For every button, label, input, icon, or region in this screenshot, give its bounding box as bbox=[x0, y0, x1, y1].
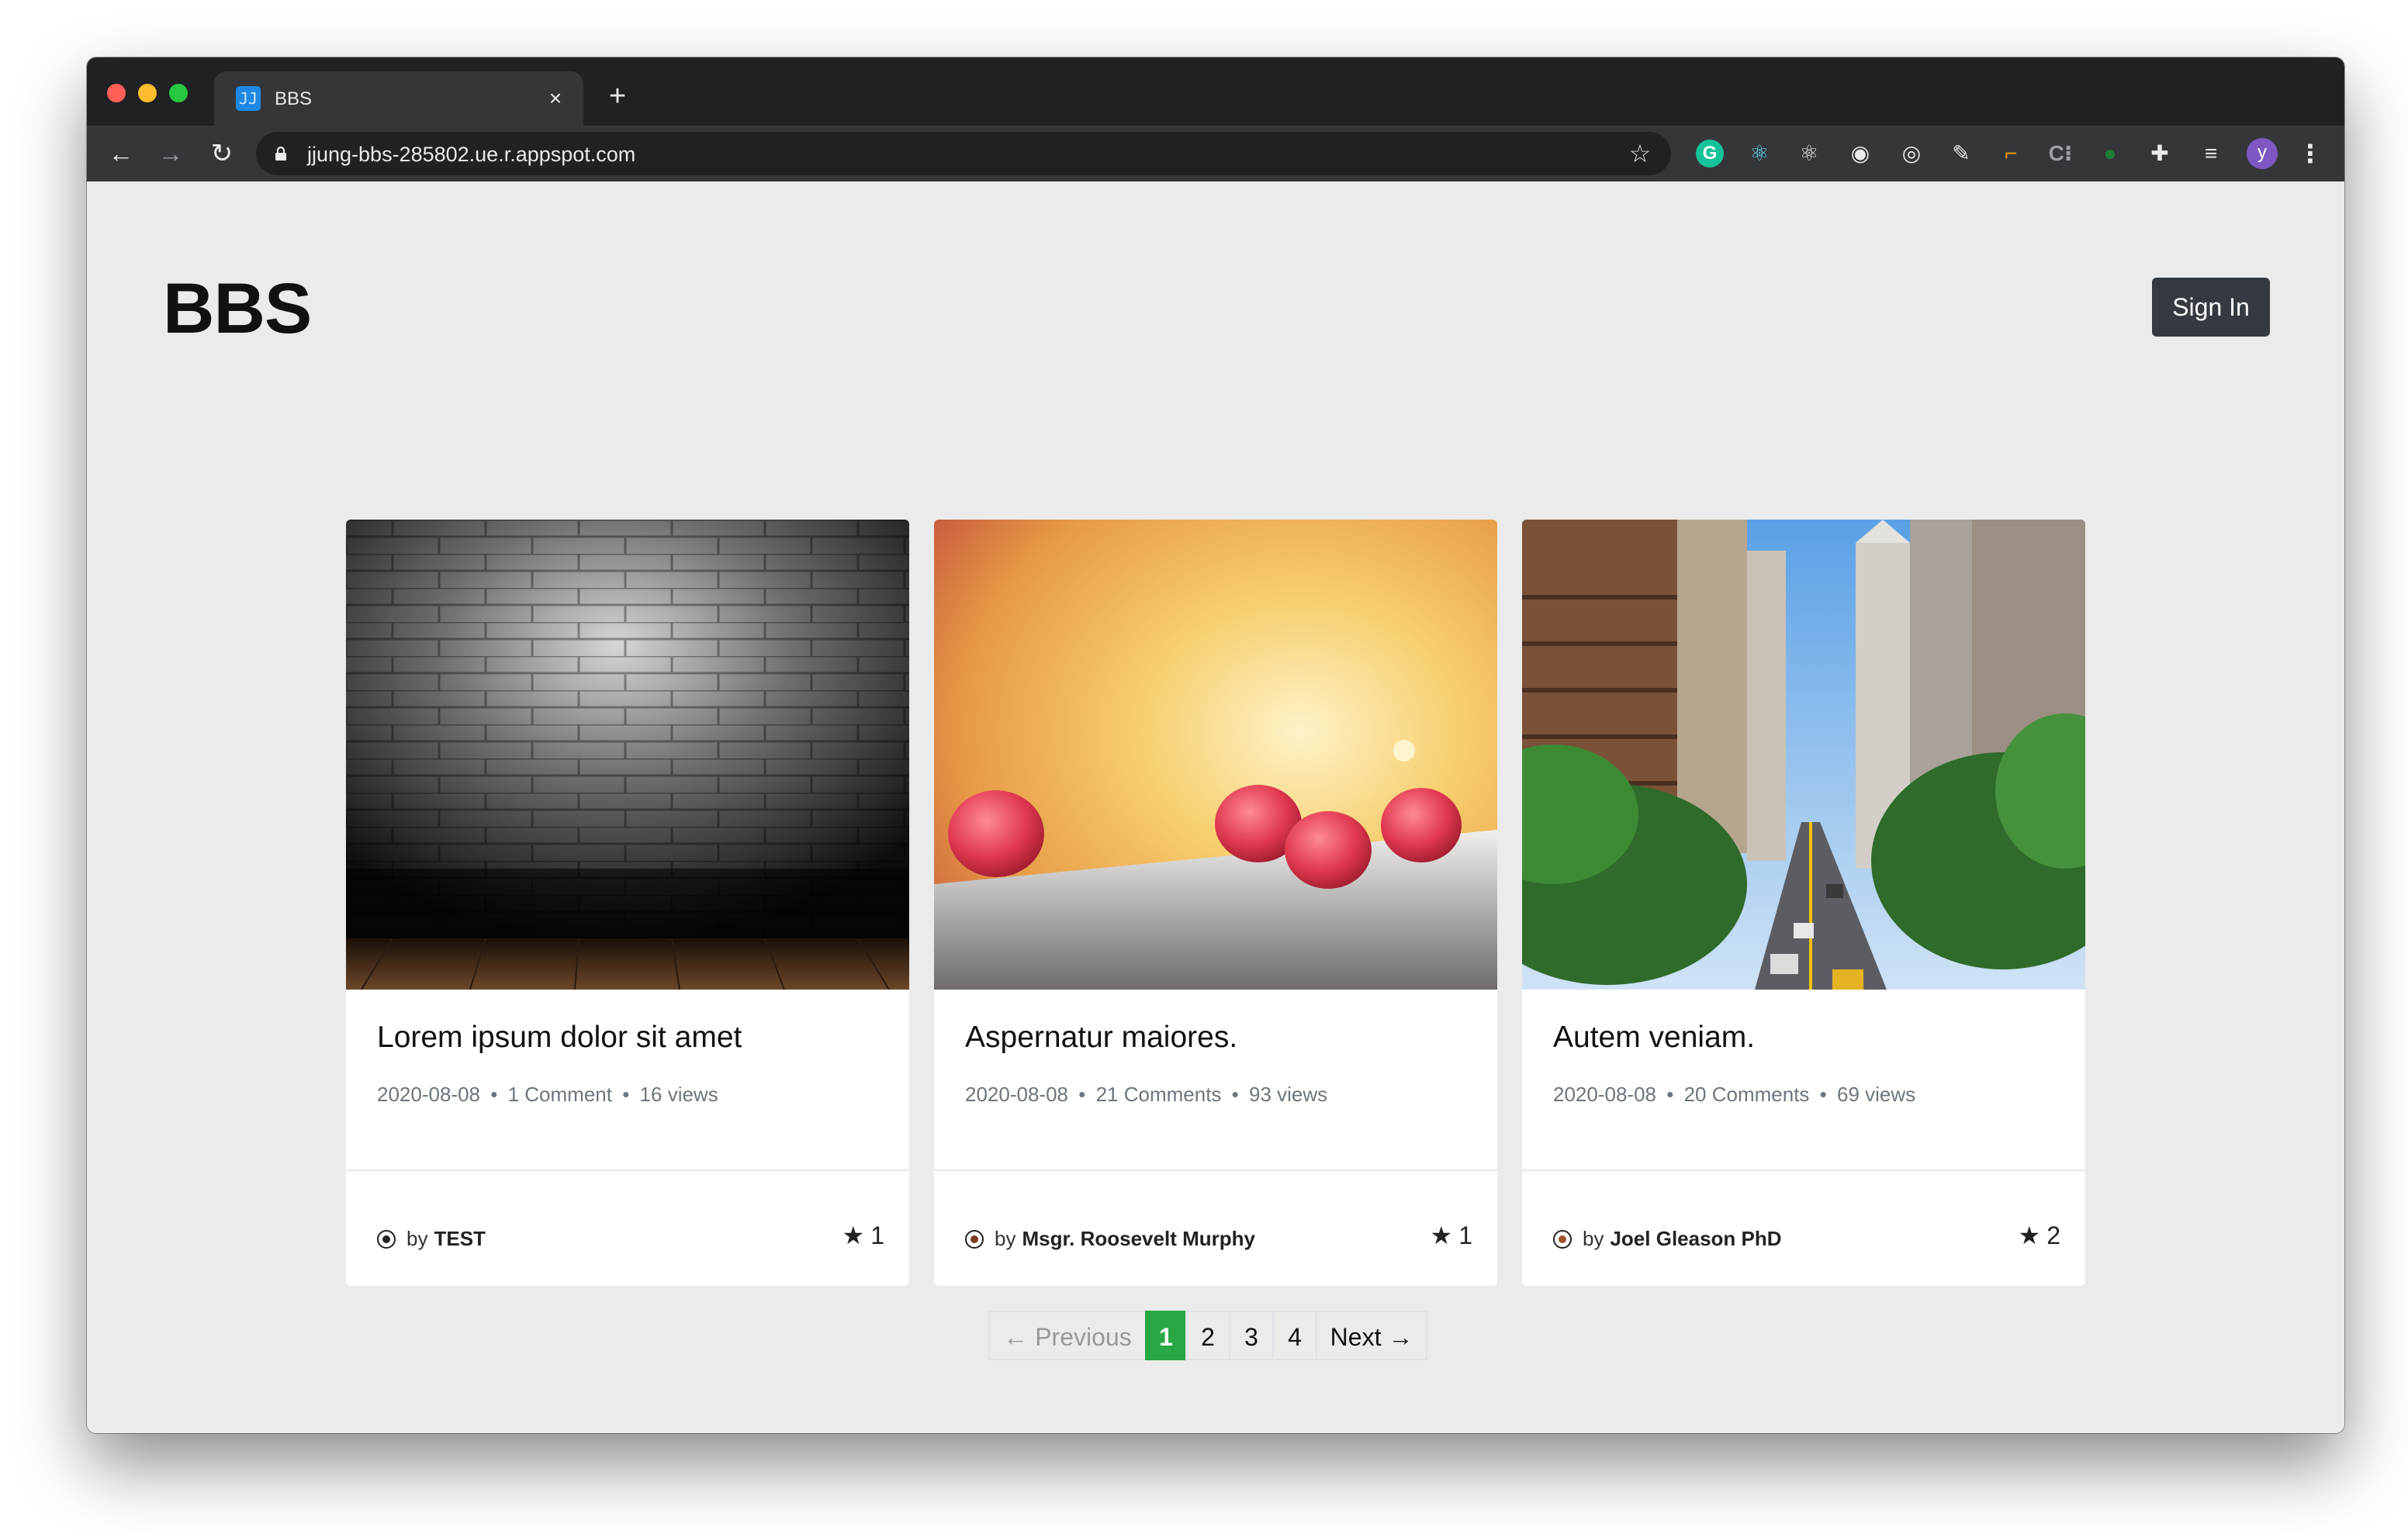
post-meta: 2020-08-08 • 20 Comments • 69 views bbox=[1553, 1083, 1915, 1107]
new-tab-button[interactable]: + bbox=[602, 81, 633, 112]
pagination: ← Previous 1 2 3 4 Next → bbox=[988, 1311, 1427, 1360]
post-title[interactable]: Aspernatur maiores. bbox=[965, 1021, 1237, 1055]
post-thumbnail-city-street[interactable] bbox=[1522, 520, 2085, 990]
rating-value: 2 bbox=[2046, 1221, 2060, 1249]
browser-window: JJ BBS × + ← → ↻ jjung-bbs-285802.ue.r.a… bbox=[87, 57, 2344, 1433]
profile-avatar[interactable]: y bbox=[2247, 138, 2278, 169]
react-icon[interactable]: ⚛ bbox=[1795, 140, 1823, 168]
star-icon: ★ bbox=[1430, 1221, 1453, 1249]
separator: • bbox=[622, 1083, 630, 1106]
close-tab-icon[interactable]: × bbox=[541, 85, 569, 112]
post-card[interactable]: Autem veniam. 2020-08-08 • 20 Comments •… bbox=[1522, 520, 2085, 1286]
post-views: 16 views bbox=[639, 1083, 718, 1106]
target-icon[interactable]: ◎ bbox=[1898, 140, 1925, 168]
page-4-button[interactable]: 4 bbox=[1272, 1311, 1317, 1360]
post-card[interactable]: Lorem ipsum dolor sit amet 2020-08-08 • … bbox=[346, 520, 909, 1286]
author-name: TEST bbox=[434, 1227, 486, 1250]
close-window-button[interactable] bbox=[107, 84, 126, 102]
by-label: by bbox=[407, 1227, 428, 1250]
post-author: by Msgr. Roosevelt Murphy bbox=[965, 1227, 1255, 1251]
address-bar[interactable]: jjung-bbs-285802.ue.r.appspot.com ☆ bbox=[256, 132, 1671, 175]
site-title[interactable]: BBS bbox=[163, 268, 312, 350]
url-text[interactable]: jjung-bbs-285802.ue.r.appspot.com bbox=[307, 143, 635, 167]
maximize-window-button[interactable] bbox=[169, 84, 188, 102]
previous-page-button[interactable]: ← Previous bbox=[988, 1311, 1147, 1360]
by-label: by bbox=[995, 1227, 1016, 1250]
post-author: by TEST bbox=[377, 1227, 486, 1251]
queue-icon[interactable]: ≡ bbox=[2197, 140, 2225, 168]
post-comments: 20 Comments bbox=[1683, 1083, 1810, 1106]
author-avatar bbox=[377, 1229, 396, 1249]
post-date: 2020-08-08 bbox=[377, 1083, 480, 1106]
bracket-icon[interactable]: ⌐ bbox=[1997, 140, 2025, 168]
post-meta: 2020-08-08 • 1 Comment • 16 views bbox=[377, 1083, 718, 1107]
puzzle-icon[interactable]: ✚ bbox=[2146, 140, 2174, 168]
author-name: Joel Gleason PhD bbox=[1610, 1227, 1782, 1250]
reload-icon[interactable]: ↻ bbox=[205, 136, 239, 171]
post-views: 93 views bbox=[1249, 1083, 1328, 1106]
star-icon: ★ bbox=[842, 1221, 865, 1249]
post-title[interactable]: Autem veniam. bbox=[1553, 1021, 1755, 1055]
author-name: Msgr. Roosevelt Murphy bbox=[1022, 1227, 1255, 1250]
separator: • bbox=[1078, 1083, 1086, 1106]
post-views: 69 views bbox=[1837, 1083, 1916, 1106]
page-content: BBS Sign In Lorem ipsum dolor sit amet 2… bbox=[87, 181, 2344, 1433]
favicon-icon: JJ bbox=[236, 86, 261, 111]
author-avatar bbox=[965, 1229, 984, 1249]
minimize-window-button[interactable] bbox=[138, 84, 157, 102]
forward-icon[interactable]: → bbox=[154, 136, 188, 171]
back-icon[interactable]: ← bbox=[104, 136, 138, 171]
separator: • bbox=[1231, 1083, 1239, 1106]
separator: • bbox=[490, 1083, 498, 1106]
tab-strip: JJ BBS × + bbox=[87, 57, 2344, 126]
bookmark-star-icon[interactable]: ☆ bbox=[1624, 138, 1656, 169]
grammarly-icon[interactable]: G bbox=[1696, 140, 1724, 168]
next-page-button[interactable]: Next → bbox=[1316, 1311, 1427, 1360]
separator: • bbox=[1666, 1083, 1674, 1106]
circle-icon[interactable]: ◉ bbox=[1846, 140, 1874, 168]
post-comments: 1 Comment bbox=[507, 1083, 612, 1106]
post-date: 2020-08-08 bbox=[965, 1083, 1068, 1106]
card-divider bbox=[1522, 1170, 2085, 1171]
pen-icon[interactable]: ✎ bbox=[1947, 140, 1975, 168]
post-thumbnail-brick-wall[interactable] bbox=[346, 520, 909, 990]
browser-tab[interactable]: JJ BBS × bbox=[214, 71, 583, 126]
menu-dots-icon[interactable]: ⋮ bbox=[2298, 138, 2323, 169]
post-title[interactable]: Lorem ipsum dolor sit amet bbox=[377, 1021, 742, 1055]
tab-title: BBS bbox=[275, 88, 313, 109]
post-rating: ★ 2 bbox=[2019, 1221, 2060, 1250]
sign-in-button[interactable]: Sign In bbox=[2152, 278, 2270, 337]
by-label: by bbox=[1583, 1227, 1604, 1250]
post-card[interactable]: Aspernatur maiores. 2020-08-08 • 21 Comm… bbox=[934, 520, 1497, 1286]
page-3-button[interactable]: 3 bbox=[1229, 1311, 1274, 1360]
post-thumbnail-raspberries[interactable] bbox=[934, 520, 1497, 990]
page-1-button[interactable]: 1 bbox=[1145, 1311, 1187, 1360]
post-author: by Joel Gleason PhD bbox=[1553, 1227, 1782, 1251]
author-avatar bbox=[1553, 1229, 1572, 1249]
react-devtools-icon[interactable]: ⚛ bbox=[1745, 140, 1773, 168]
card-divider bbox=[934, 1170, 1497, 1171]
star-icon: ★ bbox=[2018, 1221, 2041, 1249]
rating-value: 1 bbox=[1458, 1221, 1472, 1249]
post-rating: ★ 1 bbox=[842, 1221, 884, 1250]
post-comments: 21 Comments bbox=[1095, 1083, 1222, 1106]
post-meta: 2020-08-08 • 21 Comments • 93 views bbox=[965, 1083, 1327, 1107]
separator: • bbox=[1819, 1083, 1827, 1106]
card-divider bbox=[346, 1170, 909, 1171]
rating-value: 1 bbox=[870, 1221, 884, 1249]
browser-toolbar: ← → ↻ jjung-bbs-285802.ue.r.appspot.com … bbox=[87, 126, 2344, 181]
css-icon[interactable]: C⁝ bbox=[2046, 140, 2074, 168]
post-date: 2020-08-08 bbox=[1553, 1083, 1656, 1106]
page-2-button[interactable]: 2 bbox=[1185, 1311, 1230, 1360]
green-icon[interactable]: ● bbox=[2096, 140, 2124, 168]
lock-icon bbox=[275, 147, 286, 161]
post-rating: ★ 1 bbox=[1431, 1221, 1472, 1250]
